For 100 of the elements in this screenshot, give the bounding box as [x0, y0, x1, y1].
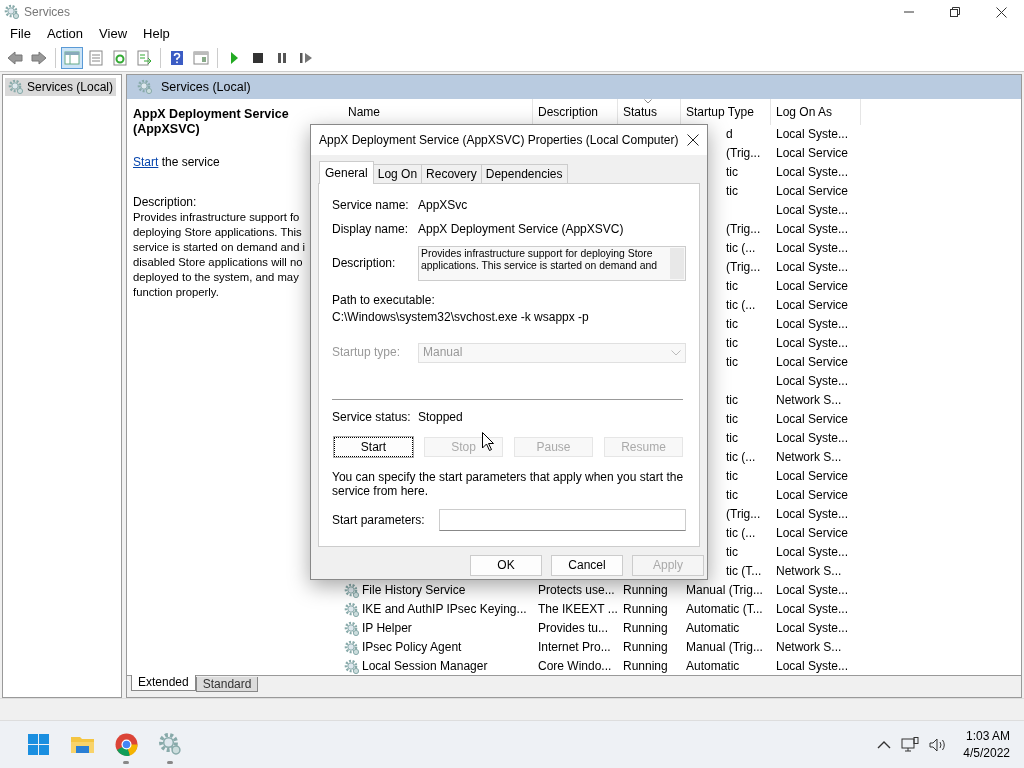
table-cell-text: Automatic (T... — [685, 602, 764, 617]
export-list-icon — [136, 49, 152, 66]
menu-item[interactable]: Help — [135, 26, 178, 42]
forward-arrow-icon — [31, 49, 47, 66]
field-label: Service status: — [332, 409, 412, 424]
table-cell-text: Local Syste... — [775, 507, 850, 522]
table-cell: tic — [726, 412, 738, 427]
gears-icon — [157, 732, 183, 757]
table-cell-text: Local Service — [775, 469, 850, 484]
column-header[interactable]: Log On As — [771, 99, 861, 125]
field-value: Stopped — [418, 409, 464, 424]
start-parameters-field[interactable] — [439, 508, 686, 531]
refresh-icon — [112, 49, 128, 66]
dialog-tab[interactable]: Log On — [372, 163, 423, 183]
table-cell: tic — [726, 336, 738, 351]
dialog-button[interactable]: Cancel — [551, 555, 623, 576]
table-cell-text: Automatic — [685, 659, 741, 674]
gear-icon — [344, 620, 360, 637]
pane-title: Services (Local) — [161, 79, 251, 95]
clock-time: 1:03 AM — [964, 728, 1010, 745]
table-cell-text: Local Service — [775, 526, 850, 541]
table-cell-text: Local Service — [775, 488, 850, 503]
start-link[interactable]: Start — [133, 155, 159, 169]
table-cell-text: Local Syste... — [775, 222, 850, 237]
table-cell: (Trig... — [726, 260, 761, 275]
table-cell: d — [726, 127, 733, 142]
gear-icon — [344, 639, 360, 656]
chevron-down-icon — [671, 349, 681, 356]
gear-icon — [137, 79, 153, 95]
table-cell: IP Helper — [362, 621, 412, 636]
tree-item[interactable]: Services (Local) — [5, 78, 117, 96]
console-view-icon — [193, 49, 209, 66]
table-cell: tic — [726, 469, 738, 484]
console-tree-icon — [64, 49, 80, 66]
table-cell: tic — [726, 431, 738, 446]
menu-item[interactable]: View — [91, 26, 136, 42]
table-cell: tic (... — [726, 298, 756, 313]
table-cell-text: Local Service — [775, 184, 850, 199]
table-cell-text: Manual (Trig... — [685, 640, 764, 655]
clock-date: 4/5/2022 — [963, 744, 1010, 761]
description-text: Provides infrastructure support fo deploying Store applications. This service is started on demand and i disabled Store applications will no deployed to the system, and may function properly. — [133, 210, 307, 301]
table-cell: File History Service — [362, 583, 466, 598]
table-cell-text: Local Syste... — [775, 317, 850, 332]
service-action-button[interactable]: Start — [334, 436, 413, 457]
gear-icon — [344, 658, 360, 675]
table-cell: tic — [726, 545, 738, 560]
dialog-tab[interactable]: Recovery — [421, 163, 482, 183]
gear-icon — [344, 582, 360, 599]
view-tab[interactable]: Extended — [131, 675, 196, 692]
running-indicator — [167, 760, 173, 764]
scrollbar — [670, 247, 684, 279]
table-cell: (Trig... — [726, 222, 761, 237]
table-cell-text: Running — [622, 659, 669, 674]
menu-item[interactable]: Action — [38, 26, 92, 42]
running-indicator — [123, 760, 129, 764]
table-cell: (Trig... — [726, 507, 761, 522]
table-cell: tic — [726, 317, 738, 332]
table-cell: tic (... — [726, 450, 756, 465]
console-tree-button[interactable] — [61, 46, 83, 69]
gear-icon — [8, 79, 24, 95]
browser-icon — [113, 732, 139, 757]
table-cell: Local Session Manager — [362, 659, 488, 674]
table-cell-text: Local Syste... — [775, 127, 850, 142]
table-cell-text: Network S... — [775, 450, 843, 465]
close-icon — [995, 6, 1007, 18]
dialog-title: AppX Deployment Service (AppXSVC) Properties (Local Computer) — [319, 132, 679, 148]
view-tab[interactable]: Standard — [195, 677, 259, 693]
dialog-tab[interactable]: Dependencies — [480, 163, 568, 183]
dialog-tab[interactable]: General — [319, 160, 374, 184]
table-cell: tic — [726, 184, 738, 199]
help-text: You can specify the start parameters that apply when you start the service from here. — [332, 469, 685, 499]
properties-icon — [88, 49, 104, 66]
table-cell-text: Local Syste... — [775, 241, 850, 256]
table-cell-text: Local Syste... — [775, 165, 850, 180]
network-icon[interactable] — [901, 736, 920, 753]
table-cell-text: Network S... — [775, 640, 843, 655]
dialog-button[interactable]: OK — [470, 555, 542, 576]
field-label: Path to executable: — [332, 292, 436, 308]
table-cell-text: Local Syste... — [775, 260, 850, 275]
table-cell-text: Manual (Trig... — [685, 583, 764, 598]
path-value: C:\Windows\system32\svchost.exe -k wsappx -p — [332, 310, 590, 325]
table-cell: tic (... — [726, 526, 756, 541]
services-gear-icon — [4, 4, 20, 20]
back-arrow-icon — [7, 49, 23, 66]
table-cell-text: Local Syste... — [775, 374, 850, 389]
volume-icon[interactable] — [929, 736, 948, 753]
field-label: Startup type: — [332, 345, 402, 360]
table-cell: tic — [726, 393, 738, 408]
table-cell-text: Automatic — [685, 621, 741, 636]
table-cell-text: Local Syste... — [775, 545, 850, 560]
table-cell: tic — [726, 279, 738, 294]
table-cell-text: Local Service — [775, 279, 850, 294]
table-cell: tic — [726, 355, 738, 370]
table-cell-text: Local Service — [775, 298, 850, 313]
menu-item[interactable]: File — [2, 26, 39, 42]
table-cell-text: Local Syste... — [775, 431, 850, 446]
table-cell: IPsec Policy Agent — [362, 640, 462, 655]
chevron-up-icon[interactable] — [877, 739, 892, 750]
help-icon — [169, 49, 185, 66]
table-cell-text: Local Syste... — [775, 336, 850, 351]
